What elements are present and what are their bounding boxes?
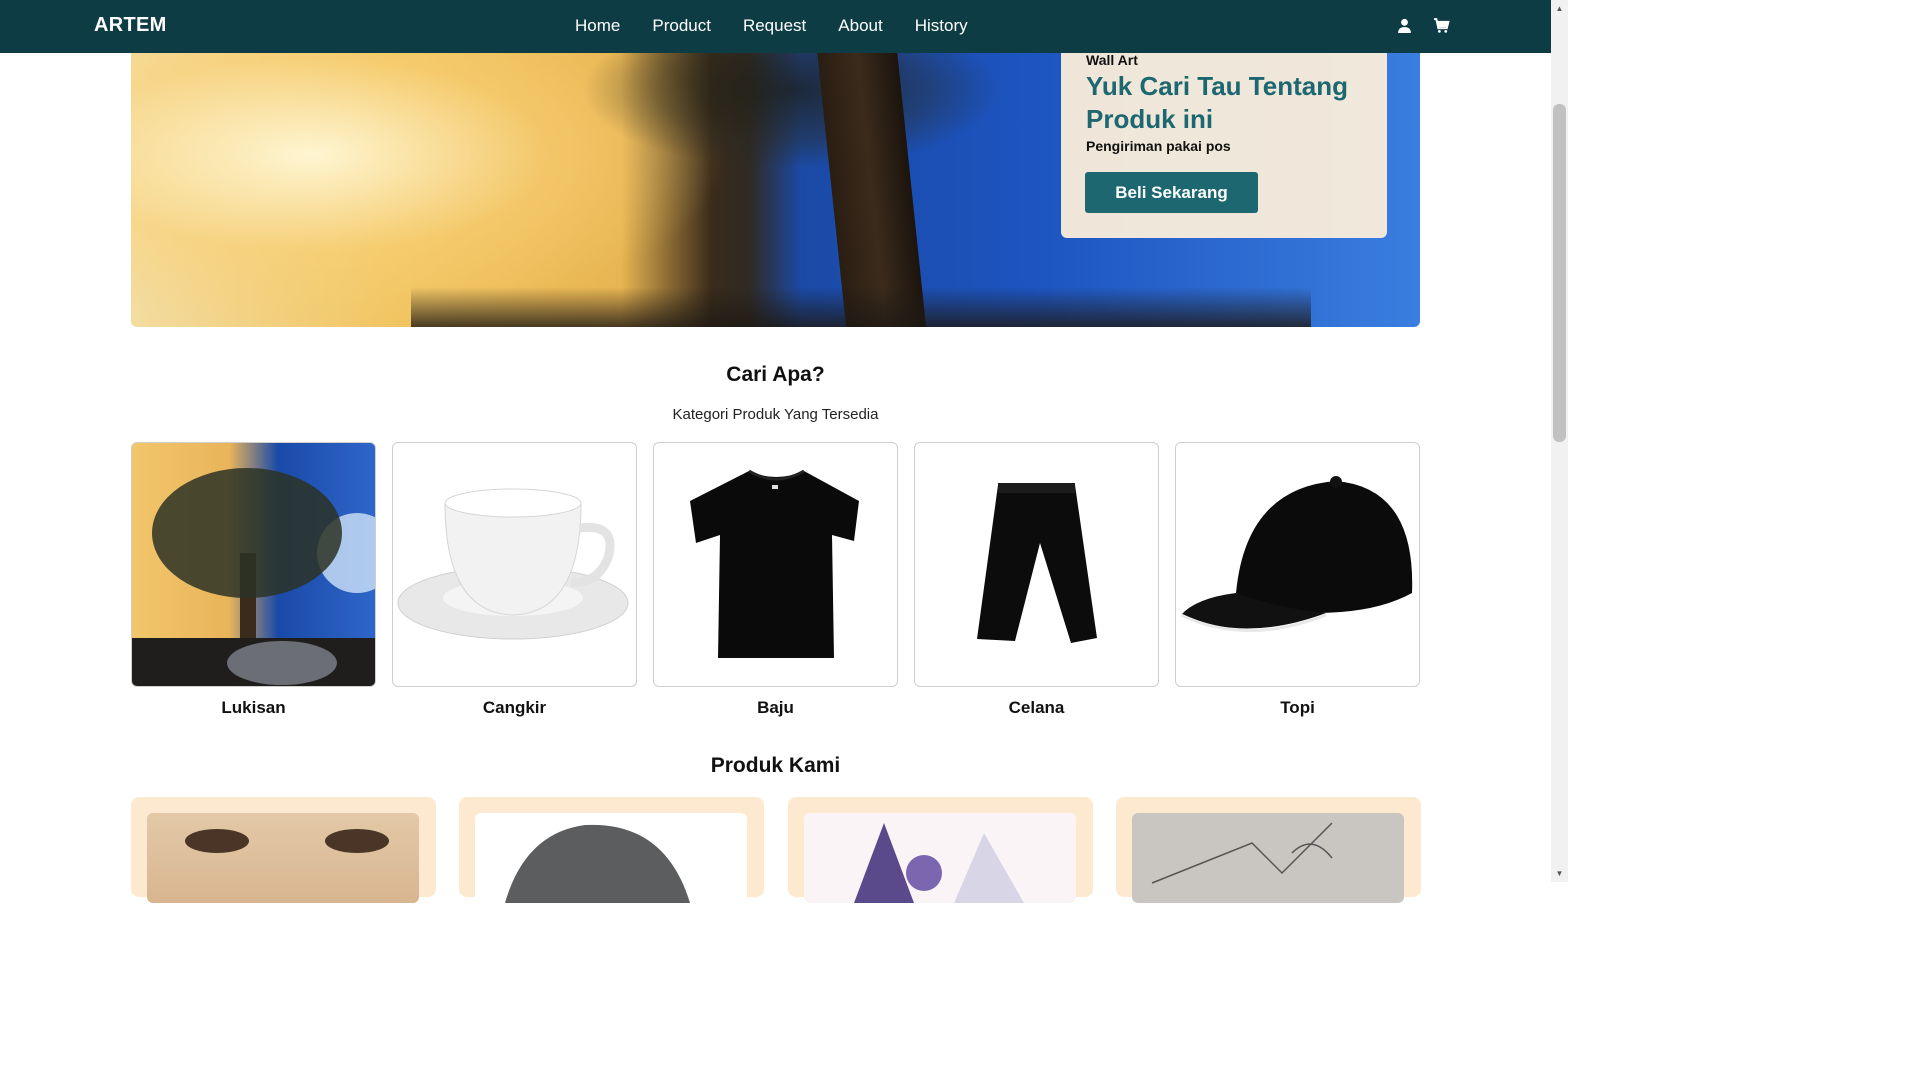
pants-image[interactable] <box>914 442 1159 687</box>
tshirt-image[interactable] <box>653 442 898 687</box>
product-card[interactable] <box>1116 797 1421 903</box>
category-label: Celana <box>1008 698 1065 717</box>
categories-subtitle: Kategori Produk Yang Tersedia <box>672 406 879 423</box>
category-card-celana[interactable]: Celana <box>914 442 1159 718</box>
category-label: Baju <box>757 698 794 717</box>
products-title: Produk Kami <box>710 754 841 777</box>
product-image[interactable] <box>147 813 419 903</box>
nav-link-about[interactable]: About <box>838 16 882 36</box>
category-label: Cangkir <box>482 698 547 717</box>
product-card[interactable] <box>131 797 436 903</box>
nav-link-product[interactable]: Product <box>652 16 711 36</box>
product-image[interactable] <box>804 813 1076 903</box>
hero-label: Wall Art <box>1086 52 1138 68</box>
product-card[interactable] <box>788 797 1093 903</box>
product-image[interactable] <box>1132 813 1404 903</box>
category-card-cangkir[interactable]: Cangkir <box>392 442 637 718</box>
nav-link-request[interactable]: Request <box>743 16 806 36</box>
hero-subtitle: Pengiriman pakai pos <box>1086 138 1231 154</box>
buy-now-button[interactable]: Beli Sekarang <box>1085 172 1258 213</box>
brand-logo[interactable]: ARTEM <box>94 14 167 37</box>
scroll-up-arrow-icon[interactable]: ▲ <box>1555 4 1564 13</box>
scroll-thumb[interactable] <box>1553 104 1566 442</box>
category-label: Topi <box>1280 698 1315 717</box>
painting-image[interactable] <box>131 442 376 687</box>
scrollbar[interactable]: ▲ ▼ <box>1551 0 1568 882</box>
scroll-down-arrow-icon[interactable]: ▼ <box>1555 869 1564 878</box>
nav-link-history[interactable]: History <box>915 16 968 36</box>
navbar: ARTEM Home Product Request About History <box>0 0 1551 53</box>
category-card-lukisan[interactable]: Lukisan <box>131 442 376 718</box>
user-icon[interactable] <box>1396 17 1413 34</box>
cup-image[interactable] <box>392 442 637 687</box>
category-label: Lukisan <box>221 698 286 717</box>
nav-link-home[interactable]: Home <box>575 16 620 36</box>
nav-links: Home Product Request About History <box>575 16 1000 36</box>
product-image[interactable] <box>475 813 747 903</box>
category-card-topi[interactable]: Topi <box>1175 442 1420 718</box>
categories-title: Cari Apa? <box>726 363 825 386</box>
cap-image[interactable] <box>1175 442 1420 687</box>
cart-icon[interactable] <box>1433 17 1450 34</box>
category-card-baju[interactable]: Baju <box>653 442 898 718</box>
nav-icons <box>1396 17 1450 34</box>
hero-title: Yuk Cari Tau Tentang Produk ini <box>1086 71 1348 134</box>
product-card[interactable] <box>459 797 764 903</box>
